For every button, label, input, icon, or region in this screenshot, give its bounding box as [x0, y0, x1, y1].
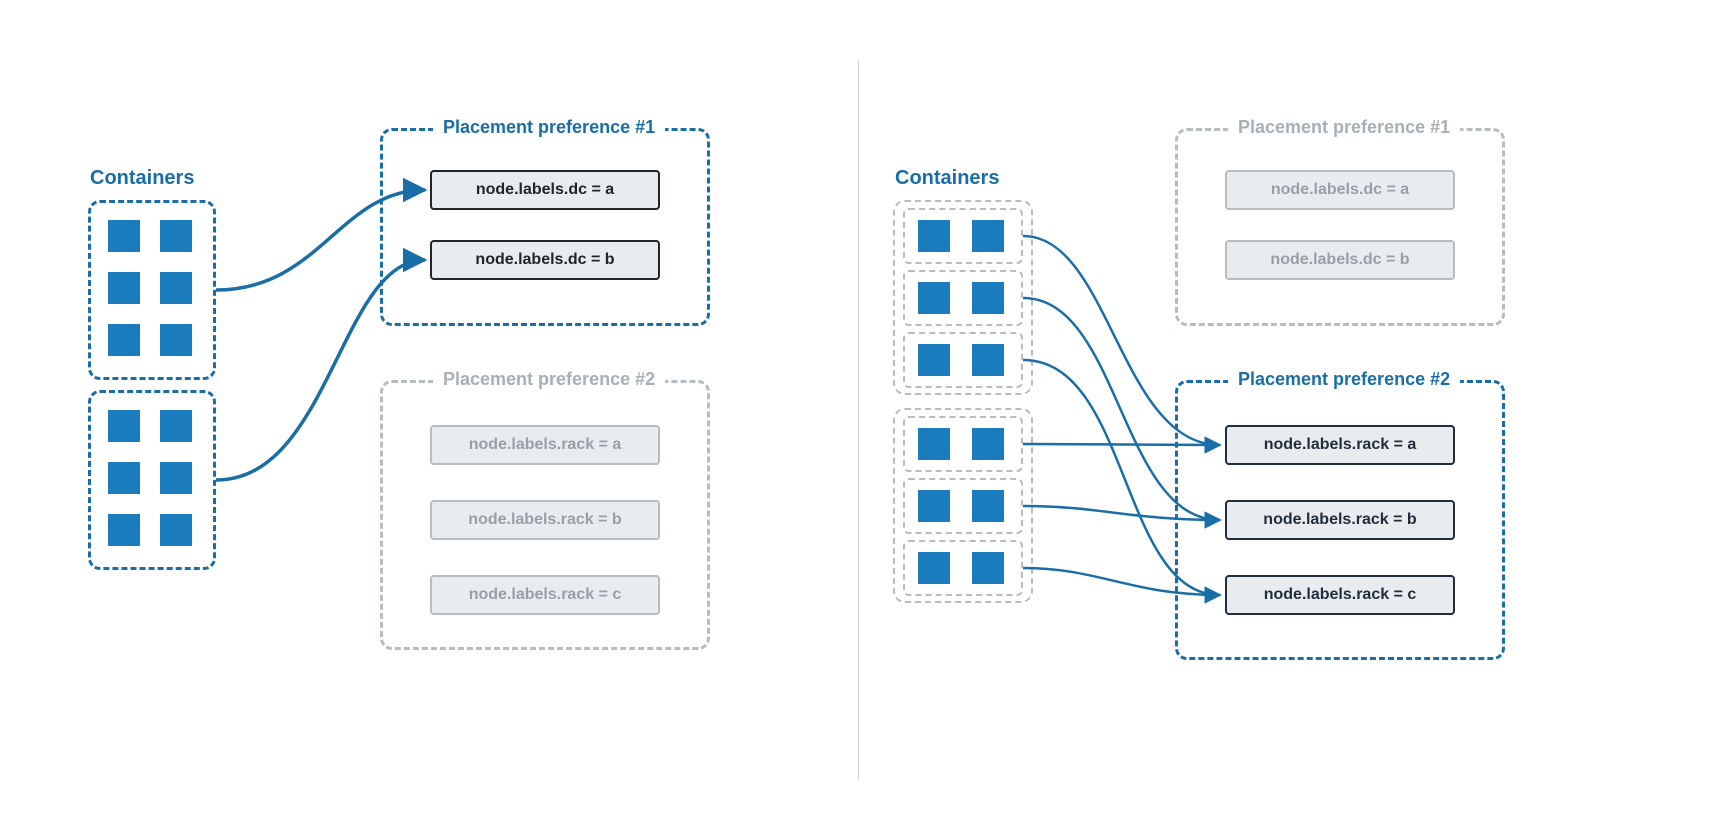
container-square	[918, 220, 950, 252]
container-square	[160, 220, 192, 252]
right-pref2-node-a: node.labels.rack = a	[1225, 425, 1455, 465]
right-containers-title: Containers	[895, 167, 999, 190]
container-square	[108, 410, 140, 442]
left-pref1-node-a: node.labels.dc = a	[430, 170, 660, 210]
left-pref2-node-b: node.labels.rack = b	[430, 500, 660, 540]
right-pref1-node-b: node.labels.dc = b	[1225, 240, 1455, 280]
right-pref1-legend: Placement preference #1	[1228, 117, 1460, 138]
container-square	[108, 272, 140, 304]
container-square	[972, 428, 1004, 460]
container-square	[972, 490, 1004, 522]
left-pref2-legend: Placement preference #2	[433, 369, 665, 390]
container-square	[160, 514, 192, 546]
right-pref2-legend: Placement preference #2	[1228, 369, 1460, 390]
left-pref1-group: Placement preference #1	[380, 128, 710, 326]
container-square	[918, 282, 950, 314]
right-pref2-node-b: node.labels.rack = b	[1225, 500, 1455, 540]
container-square	[160, 272, 192, 304]
vertical-divider	[858, 60, 859, 780]
left-pref1-legend: Placement preference #1	[433, 117, 665, 138]
container-square	[108, 324, 140, 356]
container-square	[918, 344, 950, 376]
container-square	[918, 552, 950, 584]
container-square	[972, 552, 1004, 584]
container-square	[160, 462, 192, 494]
container-square	[972, 220, 1004, 252]
left-containers-title: Containers	[90, 167, 194, 190]
container-square	[108, 220, 140, 252]
container-square	[160, 410, 192, 442]
container-square	[972, 344, 1004, 376]
container-square	[918, 490, 950, 522]
right-pref2-node-c: node.labels.rack = c	[1225, 575, 1455, 615]
left-pref2-node-c: node.labels.rack = c	[430, 575, 660, 615]
container-square	[108, 514, 140, 546]
left-pref1-node-b: node.labels.dc = b	[430, 240, 660, 280]
container-square	[918, 428, 950, 460]
right-pref1-node-a: node.labels.dc = a	[1225, 170, 1455, 210]
left-pref2-node-a: node.labels.rack = a	[430, 425, 660, 465]
container-square	[160, 324, 192, 356]
container-square	[972, 282, 1004, 314]
container-square	[108, 462, 140, 494]
diagram-canvas: Containers Placement preference #1 node.…	[0, 0, 1717, 838]
right-pref1-group: Placement preference #1	[1175, 128, 1505, 326]
